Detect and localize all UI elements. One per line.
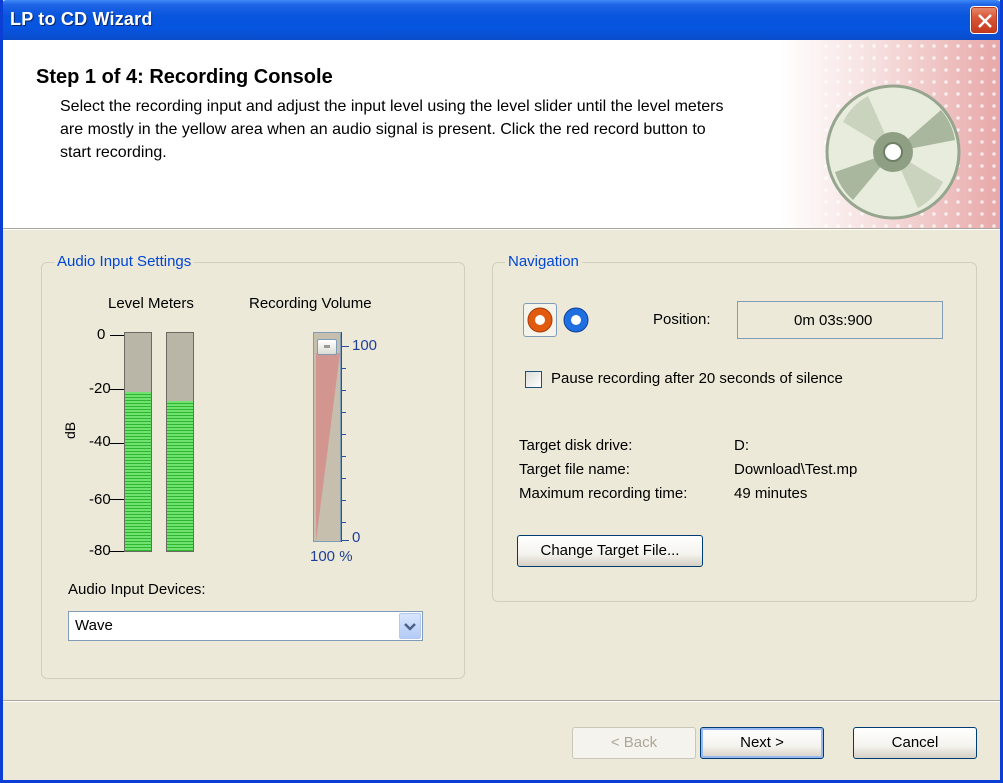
position-display: 0m 03s:900 <box>737 301 943 339</box>
dropdown-button[interactable] <box>399 613 421 639</box>
step-description: Select the recording input and adjust th… <box>60 98 724 161</box>
max-time-value: 49 minutes <box>734 485 808 502</box>
volume-min-label: 0 <box>352 529 361 546</box>
volume-slider-thumb[interactable] <box>317 339 337 355</box>
position-label: Position: <box>653 311 711 328</box>
db-tick-label: -20 <box>89 380 111 397</box>
input-devices-label: Audio Input Devices: <box>68 581 206 598</box>
record-icon <box>527 307 553 333</box>
window-title: LP to CD Wizard <box>10 9 153 29</box>
position-value: 0m 03s:900 <box>794 312 873 329</box>
db-tick-label: 0 <box>97 326 106 343</box>
audio-input-settings-group: Audio Input Settings Level Meters Record… <box>41 253 465 679</box>
db-tick-label: -40 <box>89 433 111 450</box>
max-time-label: Maximum recording time: <box>519 485 688 502</box>
volume-max-label: 100 <box>352 337 378 354</box>
recording-volume-label: Recording Volume <box>249 295 372 312</box>
close-icon <box>978 14 992 28</box>
level-meter-fill <box>167 401 193 551</box>
header-separator <box>3 228 1000 230</box>
next-button[interactable]: Next > <box>700 727 824 759</box>
input-device-select[interactable]: Wave <box>68 611 423 641</box>
wizard-header: Step 1 of 4: Recording Console Select th… <box>3 40 1000 228</box>
level-meter-fill <box>125 392 151 551</box>
title-bar: LP to CD Wizard <box>3 0 1000 40</box>
pause-silence-checkbox[interactable] <box>525 371 542 388</box>
recording-volume-slider[interactable] <box>313 332 341 542</box>
target-disk-label: Target disk drive: <box>519 437 633 454</box>
level-meter-empty <box>167 333 193 401</box>
db-tick-label: -80 <box>89 542 111 559</box>
target-file-label: Target file name: <box>519 461 630 478</box>
wizard-window: LP to CD Wizard Step 1 of 4: Recording C… <box>0 0 1003 783</box>
target-file-value: Download\Test.mp <box>734 461 858 478</box>
navigation-group: Navigation Position: 0m 03s:900 Pause re… <box>492 253 977 602</box>
step-title: Step 1 of 4: Recording Console <box>36 66 333 88</box>
db-axis-label: dB <box>62 421 78 439</box>
volume-ramp <box>316 353 340 541</box>
play-button[interactable] <box>559 303 593 337</box>
level-meter-right <box>166 332 194 552</box>
close-button[interactable] <box>970 6 998 34</box>
db-tick-label: -60 <box>89 491 111 508</box>
footer-separator <box>3 700 1000 702</box>
cd-disc-icon <box>825 84 961 220</box>
level-meters-label: Level Meters <box>108 295 194 312</box>
chevron-down-icon <box>404 623 416 631</box>
input-device-value: Wave <box>75 617 113 634</box>
pause-silence-label: Pause recording after 20 seconds of sile… <box>551 370 843 387</box>
cancel-button[interactable]: Cancel <box>853 727 977 759</box>
record-button[interactable] <box>523 303 557 337</box>
play-circle-icon <box>563 307 589 333</box>
level-meter-empty <box>125 333 151 392</box>
navigation-legend: Navigation <box>505 253 582 270</box>
back-button[interactable]: < Back <box>572 727 696 759</box>
audio-settings-legend: Audio Input Settings <box>54 253 195 270</box>
change-target-file-button[interactable]: Change Target File... <box>517 535 703 567</box>
level-meter-left <box>124 332 152 552</box>
volume-percent-label: 100 % <box>310 548 353 565</box>
target-disk-value: D: <box>734 437 749 454</box>
